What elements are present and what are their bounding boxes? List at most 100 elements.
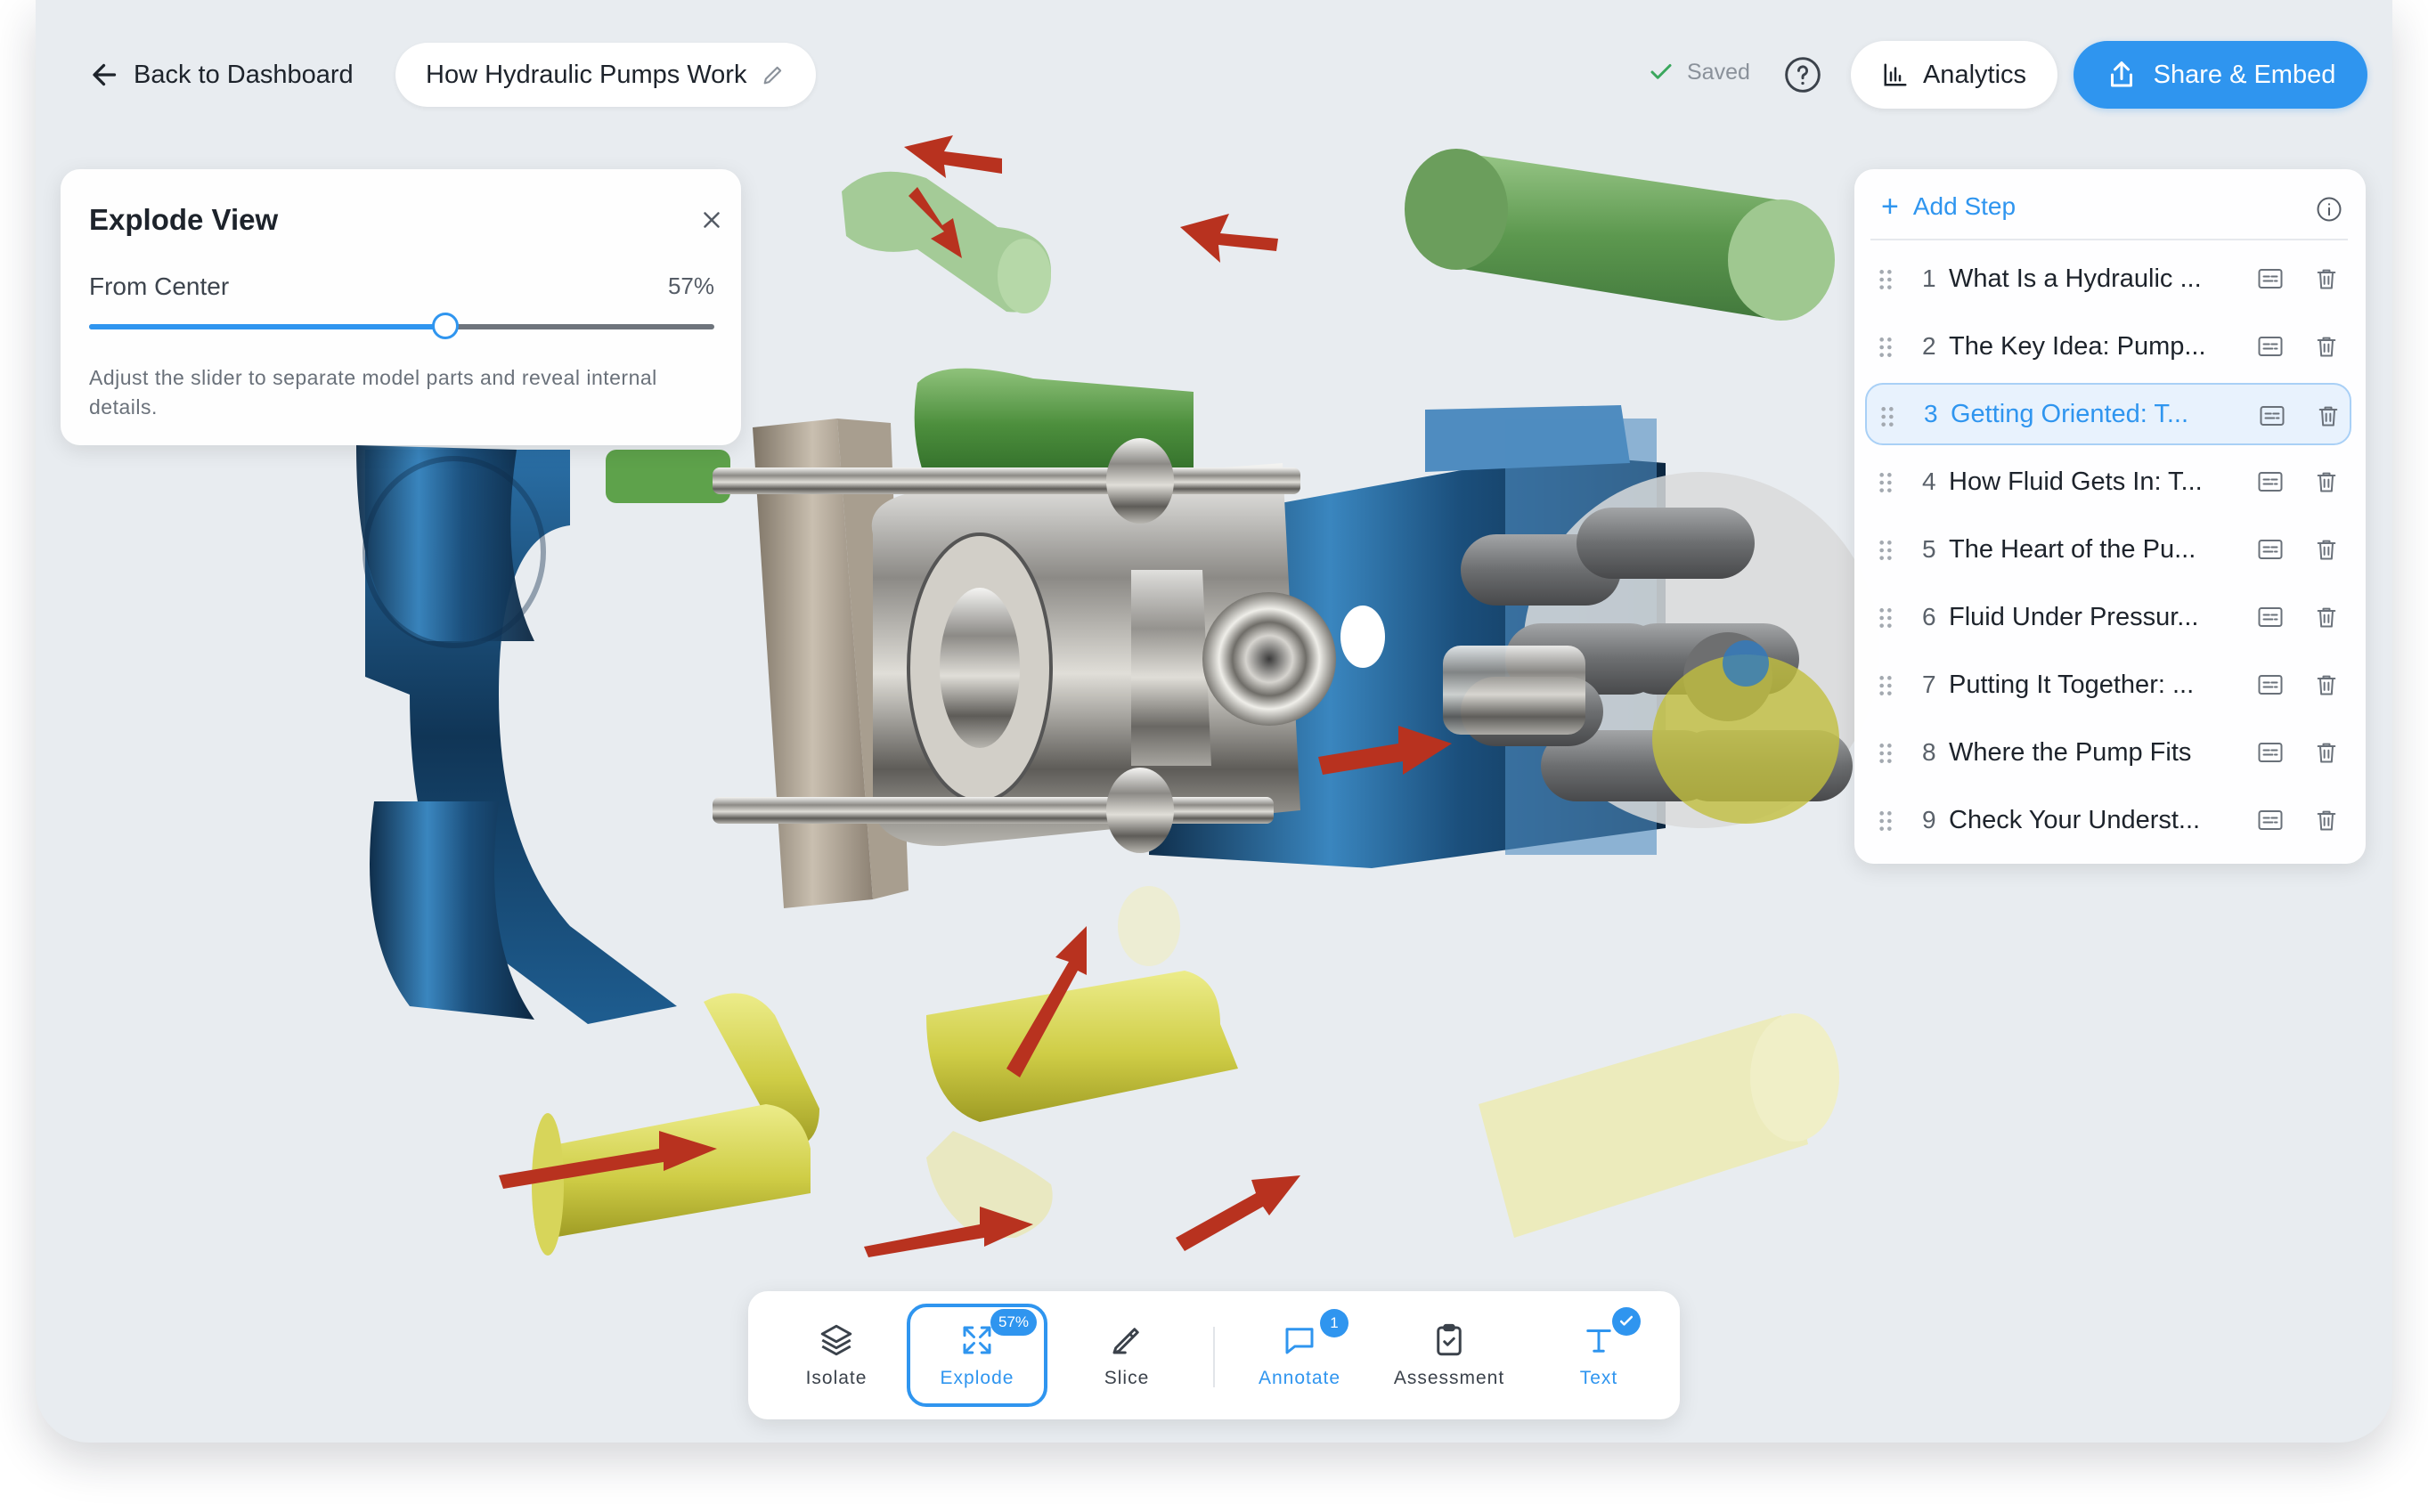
isolate-tool-button[interactable]: Isolate bbox=[766, 1304, 907, 1407]
explode-slider[interactable] bbox=[89, 313, 714, 339]
caption-icon[interactable] bbox=[2257, 538, 2284, 561]
add-step-button[interactable]: + Add Step bbox=[1881, 190, 2017, 224]
step-number: 9 bbox=[1922, 806, 1936, 833]
annotate-count-badge: 1 bbox=[1320, 1309, 1348, 1337]
comment-icon bbox=[1285, 1328, 1314, 1354]
yellow-bracket-part[interactable] bbox=[532, 993, 819, 1256]
drag-handle-icon[interactable] bbox=[1878, 809, 1894, 833]
step-row[interactable]: 6 Fluid Under Pressur... bbox=[1865, 586, 2351, 648]
drag-handle-icon[interactable] bbox=[1879, 405, 1895, 428]
caption-icon[interactable] bbox=[2259, 404, 2285, 427]
step-number: 5 bbox=[1922, 535, 1936, 563]
step-row[interactable]: 3 Getting Oriented: T... bbox=[1865, 383, 2351, 445]
step-row[interactable]: 5 The Heart of the Pu... bbox=[1865, 518, 2351, 581]
pencil-icon[interactable] bbox=[761, 62, 786, 87]
clipboard-check-icon bbox=[1437, 1323, 1462, 1356]
step-number: 3 bbox=[1924, 400, 1938, 427]
trash-icon[interactable] bbox=[2314, 739, 2339, 766]
back-label: Back to Dashboard bbox=[134, 60, 354, 89]
analytics-button[interactable]: Analytics bbox=[1851, 41, 2057, 109]
annotate-tool-button[interactable]: Annotate bbox=[1229, 1304, 1370, 1407]
explode-value-text: 57% bbox=[667, 272, 714, 299]
checkmark-icon bbox=[1619, 1315, 1634, 1326]
step-title: The Key Idea: Pump... bbox=[1949, 331, 2206, 361]
step-row[interactable]: 1 What Is a Hydraulic ... bbox=[1865, 248, 2351, 310]
steps-panel: + Add Step 1 What Is a Hydraulic ... 2 The … bbox=[1854, 169, 2366, 864]
arrow-left-icon bbox=[93, 63, 117, 86]
trash-icon[interactable] bbox=[2314, 536, 2339, 563]
trash-icon[interactable] bbox=[2314, 468, 2339, 495]
explode-percent-badge: 57% bbox=[990, 1309, 1037, 1336]
step-title: Where the Pump Fits bbox=[1949, 737, 2192, 767]
step-number: 1 bbox=[1922, 264, 1936, 292]
step-number: 2 bbox=[1922, 332, 1936, 360]
expand-arrows-icon bbox=[963, 1326, 991, 1354]
drag-handle-icon[interactable] bbox=[1878, 606, 1894, 630]
slice-label: Slice bbox=[1104, 1368, 1150, 1388]
share-label: Share & Embed bbox=[2153, 60, 2336, 89]
drag-handle-icon[interactable] bbox=[1878, 742, 1894, 765]
step-number: 6 bbox=[1922, 603, 1936, 630]
caption-icon[interactable] bbox=[2257, 267, 2284, 290]
caption-icon[interactable] bbox=[2257, 606, 2284, 629]
isolate-label: Isolate bbox=[805, 1368, 868, 1388]
blade-icon bbox=[1112, 1328, 1139, 1354]
explode-view-panel: Explode View From Center 57% Adjust the … bbox=[61, 169, 741, 445]
checkmark-icon bbox=[1650, 64, 1672, 79]
step-title: Check Your Underst... bbox=[1949, 805, 2201, 834]
trash-icon[interactable] bbox=[2316, 402, 2341, 429]
trash-icon[interactable] bbox=[2314, 807, 2339, 833]
step-title: Putting It Together: ... bbox=[1949, 670, 2195, 699]
close-icon[interactable] bbox=[698, 207, 725, 233]
drag-handle-icon[interactable] bbox=[1878, 674, 1894, 697]
annotate-label: Annotate bbox=[1258, 1368, 1341, 1388]
step-row[interactable]: 7 Putting It Together: ... bbox=[1865, 654, 2351, 716]
housing-left-part[interactable] bbox=[356, 445, 677, 1024]
step-row[interactable]: 4 How Fluid Gets In: T... bbox=[1865, 451, 2351, 513]
step-title: Fluid Under Pressur... bbox=[1949, 602, 2199, 631]
step-row[interactable]: 8 Where the Pump Fits bbox=[1865, 721, 2351, 784]
share-embed-button[interactable]: Share & Embed bbox=[2074, 41, 2367, 109]
divider bbox=[1870, 239, 2348, 240]
drag-handle-icon[interactable] bbox=[1878, 539, 1894, 562]
explode-mode-label: From Center bbox=[89, 272, 230, 300]
text-tool-button[interactable]: Text bbox=[1528, 1304, 1669, 1407]
share-upload-icon bbox=[2110, 61, 2132, 87]
step-row[interactable]: 2 The Key Idea: Pump... bbox=[1865, 315, 2351, 378]
info-icon[interactable] bbox=[2316, 196, 2342, 223]
slice-tool-button[interactable]: Slice bbox=[1056, 1304, 1197, 1407]
yellow-cylinder-part[interactable] bbox=[1479, 1013, 1839, 1238]
green-cylinder-part[interactable] bbox=[1405, 149, 1835, 321]
trash-icon[interactable] bbox=[2314, 604, 2339, 630]
caption-icon[interactable] bbox=[2257, 809, 2284, 832]
assessment-tool-button[interactable]: Assessment bbox=[1379, 1304, 1520, 1407]
tool-toolbar: Isolate Explode 57% Slice Annotate 1 Ass… bbox=[748, 1291, 1680, 1419]
explode-description: Adjust the slider to separate model part… bbox=[89, 366, 657, 419]
drag-handle-icon[interactable] bbox=[1878, 336, 1894, 359]
caption-icon[interactable] bbox=[2257, 741, 2284, 764]
saved-label: Saved bbox=[1687, 59, 1750, 85]
drag-handle-icon[interactable] bbox=[1878, 268, 1894, 291]
back-to-dashboard-button[interactable]: Back to Dashboard bbox=[89, 50, 354, 100]
explode-label: Explode bbox=[940, 1368, 1014, 1388]
step-number: 4 bbox=[1922, 467, 1936, 495]
explode-panel-title: Explode View bbox=[89, 203, 279, 236]
step-row[interactable]: 9 Check Your Underst... bbox=[1865, 789, 2351, 851]
plus-icon: + bbox=[1881, 190, 1899, 224]
project-title-pill[interactable]: How Hydraulic Pumps Work bbox=[395, 43, 817, 107]
caption-icon[interactable] bbox=[2257, 335, 2284, 358]
caption-icon[interactable] bbox=[2257, 470, 2284, 493]
assessment-label: Assessment bbox=[1393, 1368, 1505, 1388]
add-step-label: Add Step bbox=[1912, 192, 2017, 220]
trash-icon[interactable] bbox=[2314, 671, 2339, 698]
slider-fill bbox=[89, 324, 446, 329]
slider-handle[interactable] bbox=[432, 313, 460, 339]
bearing[interactable] bbox=[1202, 592, 1336, 726]
step-number: 7 bbox=[1922, 671, 1936, 698]
caption-icon[interactable] bbox=[2257, 673, 2284, 696]
trash-icon[interactable] bbox=[2314, 265, 2339, 292]
drag-handle-icon[interactable] bbox=[1878, 471, 1894, 494]
trash-icon[interactable] bbox=[2314, 333, 2339, 360]
step-title: Getting Oriented: T... bbox=[1951, 399, 2189, 428]
help-icon[interactable] bbox=[1783, 55, 1822, 94]
